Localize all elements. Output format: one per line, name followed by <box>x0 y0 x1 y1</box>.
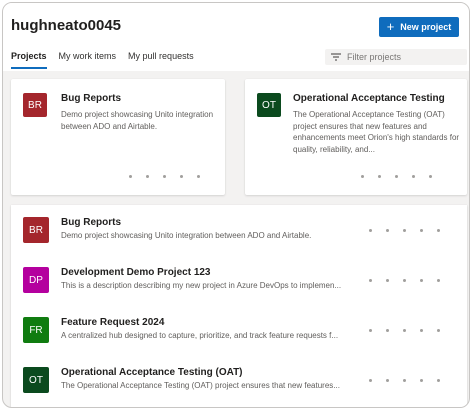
row-dots <box>369 329 440 332</box>
dot <box>420 279 423 282</box>
dot <box>420 229 423 232</box>
dot <box>412 175 415 178</box>
dot <box>395 175 398 178</box>
project-avatar: OT <box>23 367 49 393</box>
list-item[interactable]: BR Bug Reports Demo project showcasing U… <box>11 205 467 255</box>
row-dots <box>369 279 440 282</box>
project-avatar: FR <box>23 317 49 343</box>
project-name[interactable]: Development Demo Project 123 <box>61 267 211 278</box>
card-title[interactable]: Bug Reports <box>61 93 219 104</box>
new-project-button[interactable]: + New project <box>379 17 459 37</box>
dot <box>180 175 183 178</box>
dot <box>403 379 406 382</box>
card-dots <box>361 175 432 178</box>
dot <box>437 279 440 282</box>
avatar-initials: OT <box>262 99 276 111</box>
dot <box>146 175 149 178</box>
dot <box>378 175 381 178</box>
card-description: The Operational Acceptance Testing (OAT)… <box>293 110 460 154</box>
dot <box>437 229 440 232</box>
project-description: A centralized hub designed to capture, p… <box>61 331 339 340</box>
dot <box>386 279 389 282</box>
project-description: The Operational Acceptance Testing (OAT)… <box>61 381 340 390</box>
dot <box>386 329 389 332</box>
card-title[interactable]: Operational Acceptance Testing <box>293 93 465 104</box>
avatar-initials: OT <box>29 374 43 386</box>
org-title: hughneato0045 <box>11 17 122 34</box>
dot <box>129 175 132 178</box>
project-card-operational-acceptance-testing[interactable]: OT Operational Acceptance Testing The Op… <box>245 79 467 195</box>
dot <box>403 279 406 282</box>
dot <box>361 175 364 178</box>
dot <box>369 329 372 332</box>
avatar-initials: FR <box>29 324 43 336</box>
tab-my-pull-requests[interactable]: My pull requests <box>128 51 194 69</box>
list-item[interactable]: OT Operational Acceptance Testing (OAT) … <box>11 355 467 405</box>
project-list: BR Bug Reports Demo project showcasing U… <box>11 205 467 407</box>
dot <box>437 329 440 332</box>
avatar-initials: BR <box>29 224 43 236</box>
dot <box>386 379 389 382</box>
card-description: Demo project showcasing Unito integratio… <box>61 110 214 131</box>
avatar-initials: DP <box>29 274 43 286</box>
dot <box>163 175 166 178</box>
app-window: hughneato0045 + New project Projects My … <box>2 2 470 408</box>
tab-bar: Projects My work items My pull requests <box>11 51 194 69</box>
project-avatar: OT <box>257 93 281 117</box>
filter-icon <box>331 53 341 61</box>
row-dots <box>369 379 440 382</box>
dot <box>369 379 372 382</box>
card-dots <box>129 175 200 178</box>
project-name[interactable]: Feature Request 2024 <box>61 317 164 328</box>
dot <box>386 229 389 232</box>
list-item[interactable]: FR Feature Request 2024 A centralized hu… <box>11 305 467 355</box>
dot <box>403 229 406 232</box>
dot <box>420 329 423 332</box>
avatar-initials: BR <box>28 99 42 111</box>
project-avatar: BR <box>23 93 47 117</box>
dot <box>369 279 372 282</box>
dot <box>420 379 423 382</box>
project-avatar: DP <box>23 267 49 293</box>
list-item[interactable]: DP Development Demo Project 123 This is … <box>11 255 467 305</box>
project-description: Demo project showcasing Unito integratio… <box>61 231 312 240</box>
page-header: hughneato0045 + New project Projects My … <box>3 3 469 71</box>
project-name[interactable]: Bug Reports <box>61 217 121 228</box>
project-name[interactable]: Operational Acceptance Testing (OAT) <box>61 367 243 378</box>
tab-projects[interactable]: Projects <box>11 51 47 69</box>
dot <box>197 175 200 178</box>
dot <box>429 175 432 178</box>
tab-my-work-items[interactable]: My work items <box>59 51 117 69</box>
dot <box>403 329 406 332</box>
row-dots <box>369 229 440 232</box>
dot <box>437 379 440 382</box>
plus-icon: + <box>386 19 395 34</box>
filter-placeholder: Filter projects <box>347 52 402 62</box>
project-description: This is a description describing my new … <box>61 281 342 290</box>
filter-projects-input[interactable]: Filter projects <box>325 49 467 65</box>
new-project-label: New project <box>400 22 452 32</box>
dot <box>369 229 372 232</box>
project-avatar: BR <box>23 217 49 243</box>
project-card-bug-reports[interactable]: BR Bug Reports Demo project showcasing U… <box>11 79 225 195</box>
